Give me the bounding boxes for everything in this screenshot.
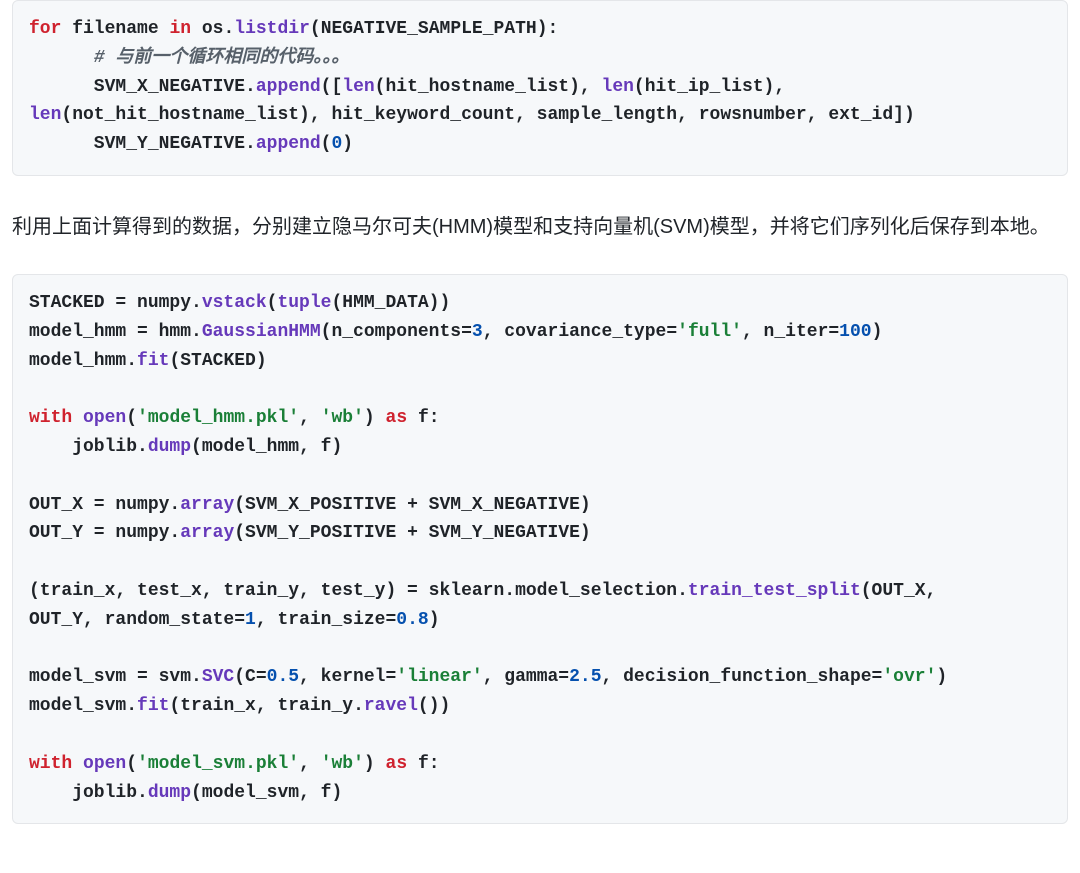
fn-fit: fit (137, 351, 169, 371)
fn-len: len (342, 77, 374, 97)
comment-zh: # 与前一个循环相同的代码。。。 (94, 48, 350, 68)
kw-as: as (386, 408, 408, 428)
fn-ravel: ravel (364, 696, 418, 716)
fn-array: array (180, 495, 234, 515)
fn-len: len (29, 105, 61, 125)
kw-in: in (169, 19, 191, 39)
fn-train-test-split: train_test_split (688, 581, 861, 601)
fn-append: append (256, 134, 321, 154)
fn-len: len (602, 77, 634, 97)
fn-dump: dump (148, 783, 191, 803)
fn-gaussianhmm: GaussianHMM (202, 322, 321, 342)
kw-for: for (29, 19, 61, 39)
kw-with: with (29, 408, 72, 428)
kw-with: with (29, 754, 72, 774)
kw-as: as (386, 754, 408, 774)
paragraph-description: 利用上面计算得到的数据，分别建立隐马尔可夫(HMM)模型和支持向量机(SVM)模… (12, 208, 1068, 246)
fn-vstack: vstack (202, 293, 267, 313)
fn-array: array (180, 523, 234, 543)
fn-fit: fit (137, 696, 169, 716)
fn-svc: SVC (202, 667, 234, 687)
code-1: for filename in os.listdir(NEGATIVE_SAMP… (29, 15, 1051, 159)
code-block-2: STACKED = numpy.vstack(tuple(HMM_DATA)) … (12, 274, 1068, 824)
fn-open: open (83, 754, 126, 774)
code-2: STACKED = numpy.vstack(tuple(HMM_DATA)) … (29, 289, 1051, 807)
code-block-1: for filename in os.listdir(NEGATIVE_SAMP… (12, 0, 1068, 176)
fn-dump: dump (148, 437, 191, 457)
fn-tuple: tuple (277, 293, 331, 313)
num-zero: 0 (331, 134, 342, 154)
fn-listdir: listdir (234, 19, 310, 39)
fn-append: append (256, 77, 321, 97)
fn-open: open (83, 408, 126, 428)
